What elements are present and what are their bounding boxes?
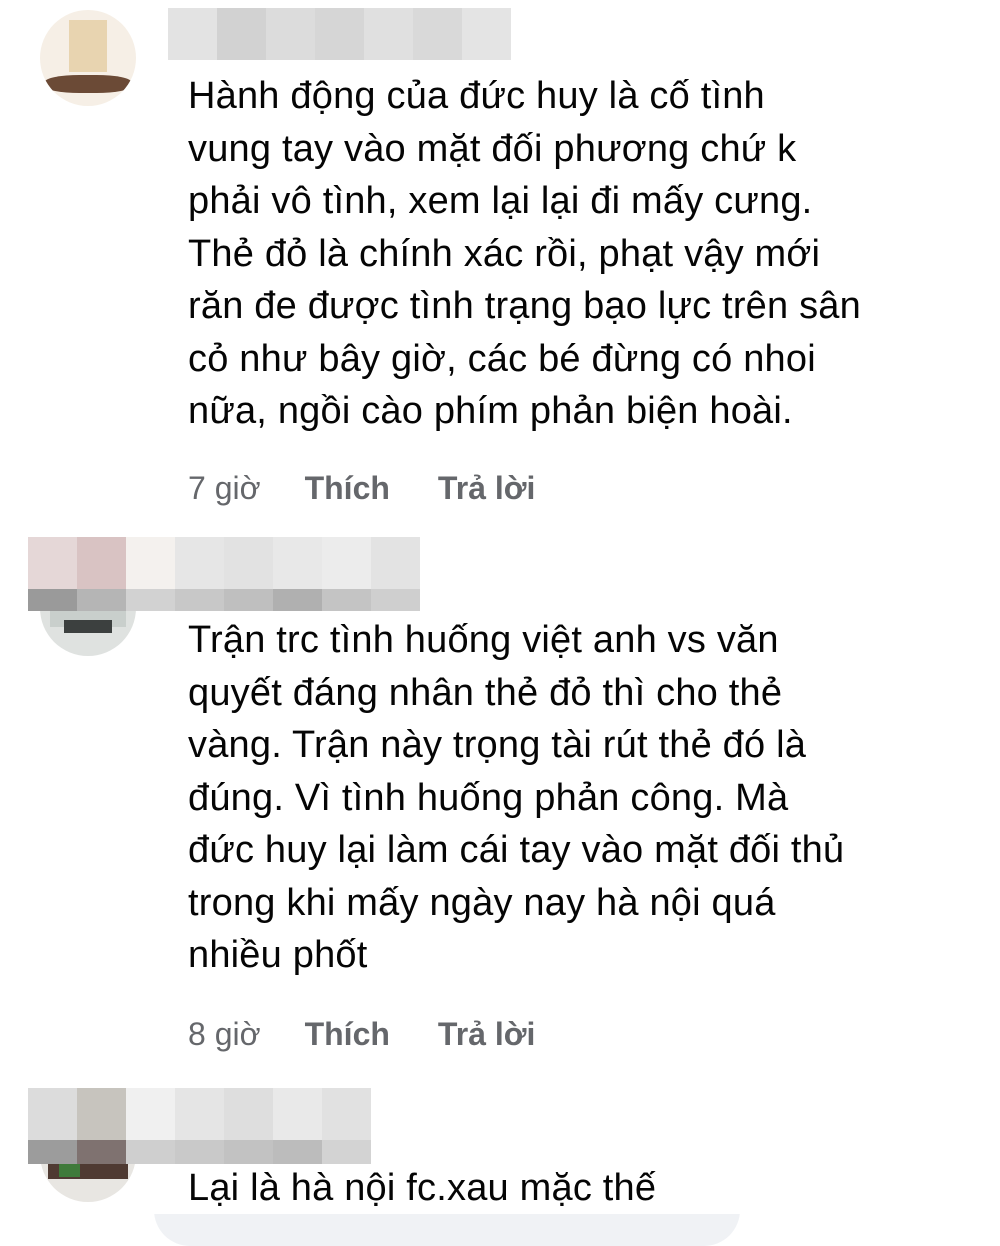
- like-button[interactable]: Thích: [305, 1016, 390, 1053]
- reply-button[interactable]: Trả lời: [438, 1016, 535, 1053]
- comment-timestamp[interactable]: 7 giờ: [188, 470, 261, 507]
- comment-text: Trận trc tình huống việt anh vs văn quyế…: [188, 619, 845, 976]
- blurred-author-name[interactable]: [28, 537, 420, 589]
- avatar[interactable]: [40, 10, 136, 106]
- blurred-author-name-2: [28, 1140, 371, 1164]
- comment-timestamp[interactable]: 8 giờ: [188, 1016, 261, 1053]
- reply-button[interactable]: Trả lời: [438, 470, 535, 507]
- comment-text: Lại là hà nội fc.xau mặc thế: [188, 1167, 657, 1209]
- blurred-author-name[interactable]: [28, 1088, 371, 1140]
- blurred-author-name[interactable]: [168, 8, 511, 60]
- blurred-author-name-2: [28, 589, 420, 611]
- comment-actions: 8 giờ Thích Trả lời: [188, 1016, 583, 1053]
- comment-text: Hành động của đức huy là cố tình vung ta…: [188, 75, 861, 432]
- comment-actions: 7 giờ Thích Trả lời: [188, 470, 583, 507]
- like-button[interactable]: Thích: [305, 470, 390, 507]
